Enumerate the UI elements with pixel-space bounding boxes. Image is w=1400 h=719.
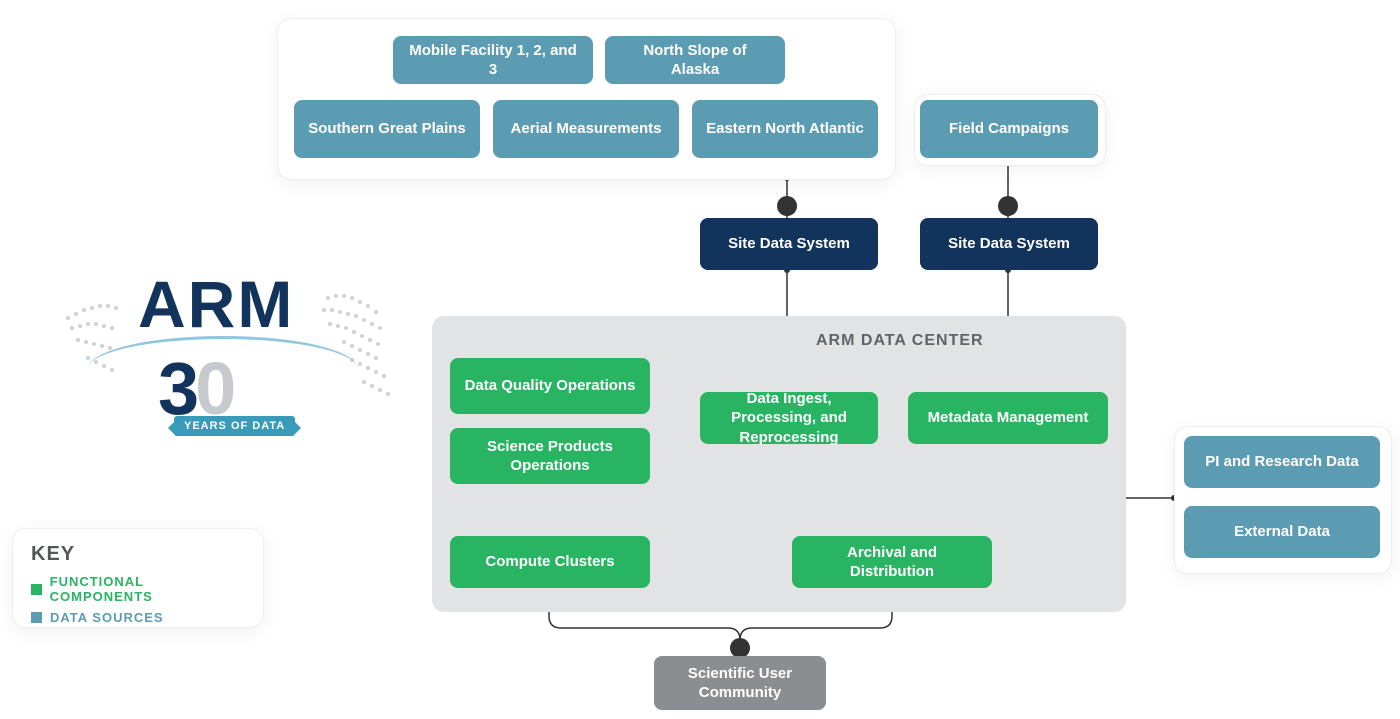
node-label: Science Products Operations (464, 437, 636, 476)
node-ingest: Data Ingest, Processing, and Reprocessin… (700, 392, 878, 444)
key-row-functional: FUNCTIONAL COMPONENTS (31, 574, 245, 604)
node-external-data: External Data (1184, 506, 1380, 558)
node-nsa: North Slope of Alaska (605, 36, 785, 84)
node-label: Scientific User Community (668, 664, 812, 703)
node-label: Mobile Facility 1, 2, and 3 (407, 41, 579, 80)
node-label: Archival and Distribution (806, 543, 978, 582)
node-site-data-system-a: Site Data System (700, 218, 878, 270)
key-title: KEY (31, 543, 245, 566)
arm-data-center-title: ARM DATA CENTER (816, 332, 984, 350)
key-panel: KEY FUNCTIONAL COMPONENTS DATA SOURCES (12, 528, 264, 628)
node-sgp: Southern Great Plains (294, 100, 480, 158)
node-archival: Archival and Distribution (792, 536, 992, 588)
square-icon (31, 584, 42, 595)
node-label: Metadata Management (928, 408, 1089, 428)
node-ena: Eastern North Atlantic (692, 100, 878, 158)
node-label: North Slope of Alaska (619, 41, 771, 80)
node-metadata: Metadata Management (908, 392, 1108, 444)
node-label: Data Quality Operations (465, 376, 636, 396)
node-mobile-facility: Mobile Facility 1, 2, and 3 (393, 36, 593, 84)
node-label: Aerial Measurements (511, 119, 662, 139)
node-community: Scientific User Community (654, 656, 826, 710)
node-site-data-system-b: Site Data System (920, 218, 1098, 270)
node-label: Site Data System (728, 234, 850, 254)
node-compute: Compute Clusters (450, 536, 650, 588)
node-spo: Science Products Operations (450, 428, 650, 484)
key-label: FUNCTIONAL COMPONENTS (50, 574, 245, 604)
key-label: DATA SOURCES (50, 610, 164, 625)
node-label: External Data (1234, 522, 1330, 542)
arm-banner: YEARS OF DATA (174, 416, 295, 436)
arm-brand-text: ARM (138, 266, 294, 342)
node-pi-research: PI and Research Data (1184, 436, 1380, 488)
arm-logo: ARM 30 YEARS OF DATA (48, 258, 408, 448)
node-dqo: Data Quality Operations (450, 358, 650, 414)
node-label: Southern Great Plains (308, 119, 466, 139)
node-label: Field Campaigns (949, 119, 1069, 139)
node-label: PI and Research Data (1205, 452, 1358, 472)
diagram-stage: Mobile Facility 1, 2, and 3 North Slope … (0, 0, 1400, 719)
node-field-campaigns: Field Campaigns (920, 100, 1098, 158)
node-label: Data Ingest, Processing, and Reprocessin… (714, 389, 864, 448)
node-label: Eastern North Atlantic (706, 119, 864, 139)
key-row-data-sources: DATA SOURCES (31, 610, 245, 625)
node-aerial: Aerial Measurements (493, 100, 679, 158)
node-label: Compute Clusters (485, 552, 614, 572)
node-label: Site Data System (948, 234, 1070, 254)
square-icon (31, 612, 42, 623)
